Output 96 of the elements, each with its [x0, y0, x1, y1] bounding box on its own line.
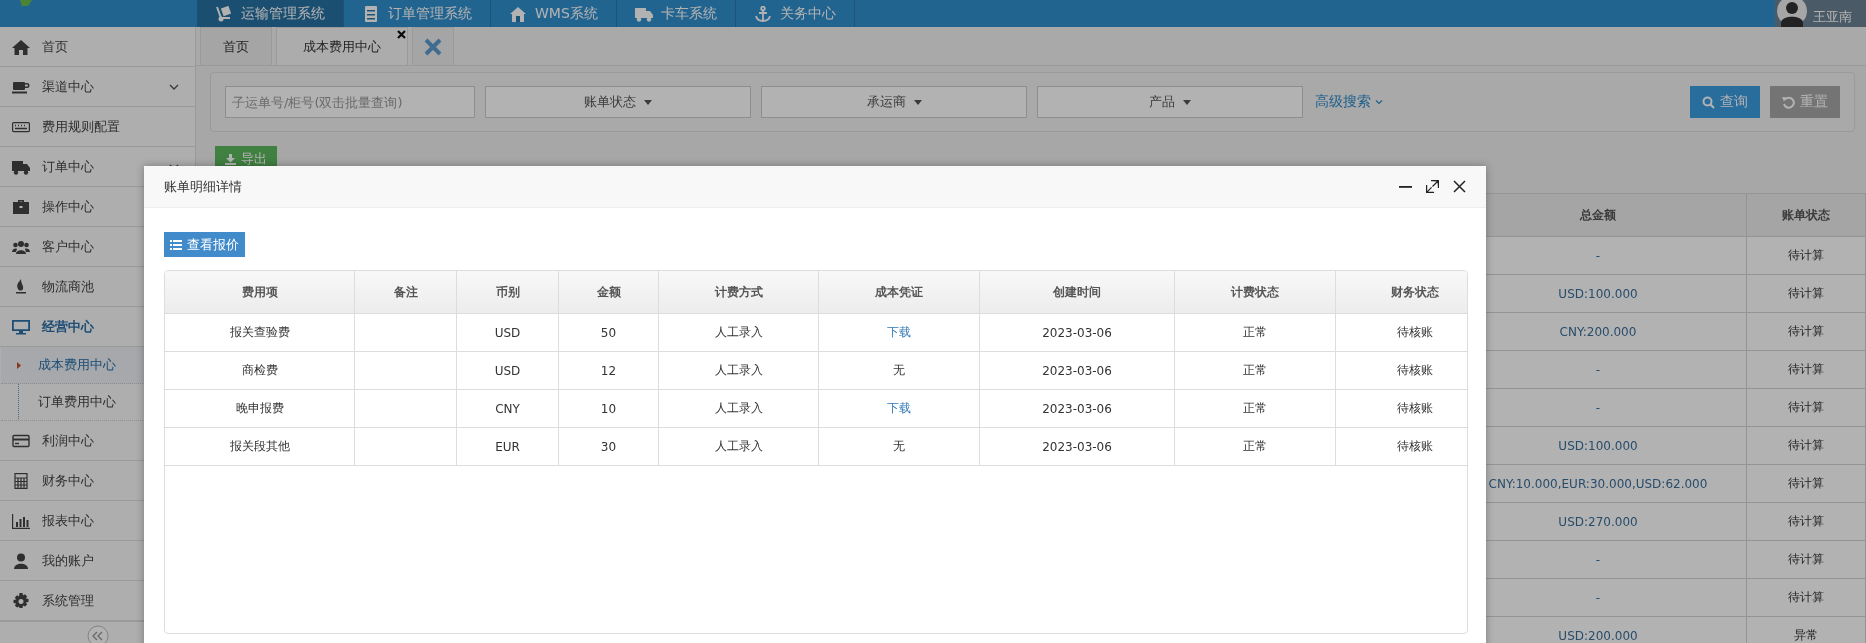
truck-icon — [634, 5, 653, 22]
column-header: 费用项 — [165, 271, 355, 314]
table-cell: 待核账 — [1397, 325, 1433, 339]
column-header: 成本凭证 — [818, 271, 980, 314]
table-cell: 异常 — [1746, 616, 1866, 643]
table-cell: 无 — [893, 439, 905, 453]
caret-icon — [644, 99, 652, 105]
table-cell: 待计算 — [1746, 236, 1866, 275]
table-cell: 待核账 — [1397, 401, 1433, 415]
house-icon — [509, 5, 527, 22]
table-cell: 报关段其他 — [229, 439, 290, 453]
table-cell: CNY — [495, 401, 520, 416]
view-quote-button[interactable]: 查看报价 — [164, 232, 245, 257]
table-cell: 待计算 — [1746, 388, 1866, 427]
chevron-down-icon[interactable] — [169, 83, 179, 90]
table-cell: EUR — [495, 439, 520, 454]
table-cell: 正常 — [1243, 439, 1267, 453]
download-link[interactable]: 下载 — [887, 401, 911, 415]
table-cell: 2023-03-06 — [1042, 439, 1112, 454]
search-icon — [1702, 95, 1715, 109]
table-cell: 商检费 — [241, 363, 278, 377]
chart-icon — [12, 512, 30, 529]
sidebar-item[interactable]: 费用规则配置 — [0, 107, 195, 147]
caret-icon — [913, 99, 922, 105]
close-icon[interactable] — [397, 30, 406, 39]
chevron-down-icon — [1375, 99, 1383, 105]
collapse-icon[interactable] — [86, 625, 109, 643]
table-cell: 待核账 — [1397, 363, 1433, 377]
table-cell: 待计算 — [1746, 540, 1866, 579]
table-cell: 待计算 — [1746, 578, 1866, 617]
table-cell: 正常 — [1243, 363, 1267, 377]
page-tab[interactable]: 成本费用中心 — [276, 27, 408, 65]
advanced-search-link[interactable]: 高级搜索 — [1315, 93, 1383, 111]
filter-dropdown[interactable]: 承运商 — [761, 86, 1027, 118]
arrow-right-icon — [17, 362, 21, 369]
download-link[interactable]: 下载 — [887, 325, 911, 339]
table-cell: 正常 — [1243, 325, 1267, 339]
maximize-icon[interactable] — [1426, 180, 1439, 193]
table-cell: 2023-03-06 — [1042, 401, 1112, 416]
table-cell: 待计算 — [1746, 502, 1866, 541]
avatar-icon[interactable] — [1777, 0, 1807, 27]
table-cell: 待计算 — [1746, 350, 1866, 389]
home-icon — [12, 38, 30, 55]
column-header: 计费状态 — [1174, 271, 1336, 314]
sidebar-item[interactable]: 首页 — [0, 27, 195, 67]
search-field[interactable]: 子运单号/柜号(双击批量查询) — [225, 86, 475, 118]
caret-icon — [1183, 99, 1191, 105]
table-cell: 30 — [600, 439, 617, 454]
monitor-icon — [12, 318, 30, 335]
close-icon — [424, 37, 442, 56]
system-tab[interactable]: 运输管理系统 — [197, 0, 344, 27]
briefcase-icon — [12, 198, 30, 215]
column-header: 计费方式 — [658, 271, 819, 314]
table-cell: 10 — [600, 401, 617, 416]
table-cell: 无 — [893, 363, 905, 377]
column-header: 金额 — [558, 271, 659, 314]
logo-icon — [20, 0, 32, 6]
list-icon — [170, 239, 182, 250]
users-icon — [12, 238, 30, 255]
undo-icon — [1782, 95, 1795, 109]
table-cell: USD — [494, 363, 521, 378]
table-cell: 晚申报费 — [235, 401, 284, 415]
truck-icon — [12, 158, 30, 175]
table-cell: 人工录入 — [714, 325, 763, 339]
close-icon[interactable] — [1453, 180, 1466, 193]
table-cell: 12 — [600, 363, 617, 378]
table-cell: 50 — [600, 325, 617, 340]
table-cell: 待计算 — [1746, 274, 1866, 313]
table-cell: 人工录入 — [714, 363, 763, 377]
user-icon — [12, 552, 30, 569]
filter-dropdown[interactable]: 账单状态 — [485, 86, 751, 118]
column-header: 币别 — [456, 271, 559, 314]
table-cell: USD — [494, 325, 521, 340]
table-cell: 2023-03-06 — [1042, 363, 1112, 378]
column-header: 财务状态 — [1335, 271, 1467, 314]
column-header: 备注 — [354, 271, 457, 314]
doc-icon — [362, 5, 380, 22]
filter-dropdown[interactable]: 产品 — [1037, 86, 1303, 118]
table-cell: 正常 — [1243, 401, 1267, 415]
table-cell: 待核账 — [1397, 439, 1433, 453]
table-cell: 待计算 — [1746, 426, 1866, 465]
table-cell: 报关查验费 — [229, 325, 290, 339]
page-tab[interactable]: 首页 — [200, 27, 272, 65]
sidebar-item[interactable]: 渠道中心 — [0, 67, 195, 107]
table-cell: 人工录入 — [714, 439, 763, 453]
table-cell: 待计算 — [1746, 312, 1866, 351]
card-icon — [12, 432, 30, 449]
column-header: 创建时间 — [979, 271, 1175, 314]
table-cell: 人工录入 — [714, 401, 763, 415]
column-header: 账单状态 — [1746, 193, 1866, 237]
calc-icon — [12, 472, 30, 489]
table-cell: 待计算 — [1746, 464, 1866, 503]
table-cell: 2023-03-06 — [1042, 325, 1112, 340]
anchor-icon — [753, 5, 772, 22]
gear-icon — [12, 592, 30, 609]
dolly-icon — [215, 5, 233, 22]
